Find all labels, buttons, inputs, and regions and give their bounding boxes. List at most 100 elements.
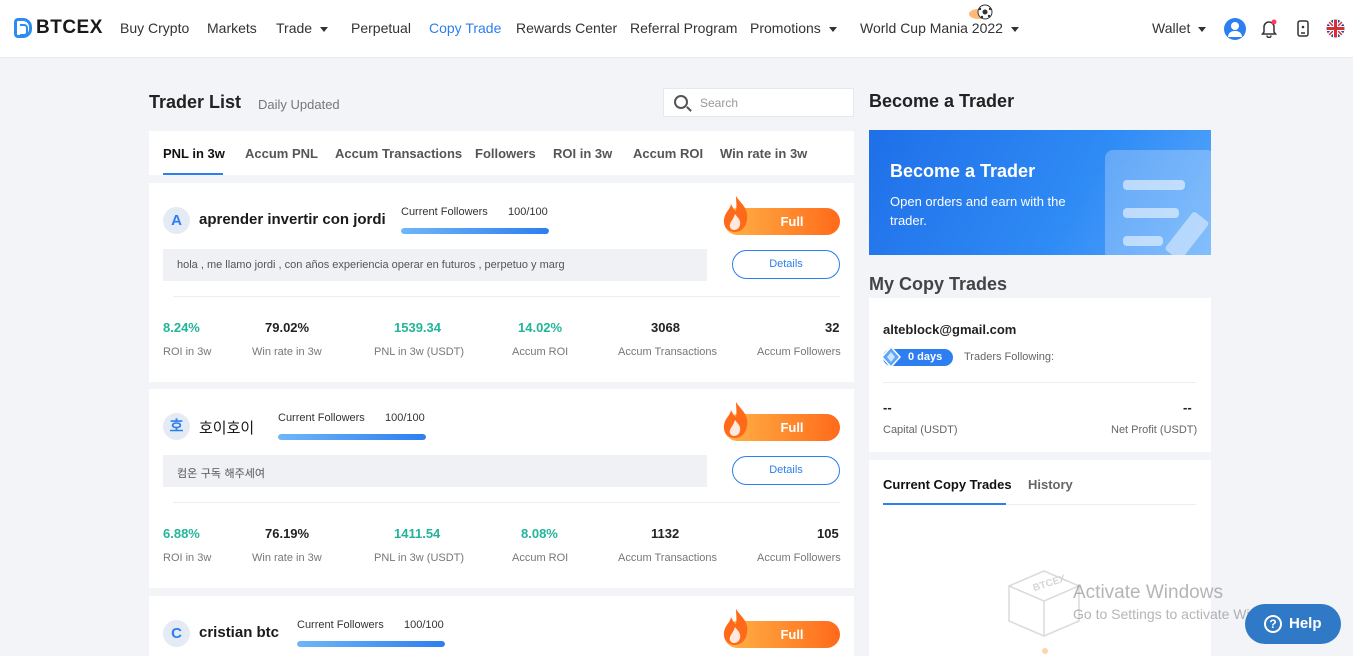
nav-trade[interactable]: Trade [276,20,329,36]
followers-progress-bar [278,434,426,440]
followers-progress-fill [401,228,549,234]
stat-win-rate-label: Win rate in 3w [252,346,322,358]
current-followers-count: 100/100 [508,206,548,218]
brand-logo[interactable]: BTCEX [14,17,103,39]
trader-description: hola , me llamo jordi , con años experie… [163,249,707,281]
stat-win-rate-value: 76.19% [265,526,310,541]
followers-progress-fill [297,641,445,647]
tab-win-rate-in-3w[interactable]: Win rate in 3w [720,146,807,161]
full-label: Full [780,214,804,229]
my-copy-trades-title: My Copy Trades [869,274,1008,294]
flame-icon [723,402,748,438]
mobile-app-icon[interactable] [1297,20,1309,37]
stat-win-rate-value: 79.02% [265,320,310,335]
search-box[interactable] [663,88,854,117]
brand-name: BTCEX [36,17,103,38]
followers-progress-fill [278,434,426,440]
activate-windows-title: Activate Windows [1073,582,1223,603]
trader-card: 호 호이호이 Current Followers 100/100 Full 컴온… [149,389,854,588]
help-button[interactable]: ? Help [1245,604,1341,644]
stat-accum-transactions-value: 1132 [651,526,680,541]
card-divider [173,502,840,503]
tab-followers[interactable]: Followers [475,146,536,161]
stat-pnl-3w-value: 1411.54 [394,526,441,541]
banner-title: Become a Trader [890,161,1036,181]
trader-name[interactable]: cristian btc [199,624,279,641]
nav-world-cup[interactable]: World Cup Mania 2022 [860,20,1019,36]
net-profit-label: Net Profit (USDT) [1111,424,1198,436]
nav-rewards-center[interactable]: Rewards Center [516,20,617,36]
soccer-ball-icon [969,4,993,20]
diamond-badge-icon [881,346,901,368]
copy-trades-panel: Current Copy Trades History BTCEX [869,460,1211,656]
tab-accum-roi[interactable]: Accum ROI [633,146,703,161]
user-avatar-icon[interactable] [1224,18,1246,40]
trader-avatar[interactable]: C [163,620,190,647]
full-button[interactable]: Full [723,196,840,235]
search-icon [674,95,688,109]
tab-current-copy-trades[interactable]: Current Copy Trades [883,477,1012,492]
followers-progress-bar [297,641,445,647]
nav-buy-crypto[interactable]: Buy Crypto [120,20,189,36]
nav-promotions[interactable]: Promotions [750,20,837,36]
details-button[interactable]: Details [732,456,840,485]
account-email: alteblock@gmail.com [883,322,1017,337]
stat-accum-transactions-label: Accum Transactions [618,346,718,358]
details-button[interactable]: Details [732,250,840,279]
banner-text: Open orders and earn with the trader. [890,194,1066,228]
nav-perpetual[interactable]: Perpetual [351,20,411,36]
current-followers-label: Current Followers [278,412,365,424]
full-label: Full [780,627,804,642]
stat-accum-followers-label: Accum Followers [757,552,841,564]
language-flag-icon[interactable] [1326,19,1345,38]
stat-accum-roi-label: Accum ROI [512,346,569,358]
stat-accum-roi-value: 8.08% [521,526,558,541]
search-input[interactable] [700,94,840,112]
trader-name[interactable]: aprender invertir con jordi [199,211,386,228]
full-button[interactable]: Full [723,609,840,648]
followers-progress-bar [401,228,549,234]
current-followers-label: Current Followers [401,206,488,218]
full-button[interactable]: Full [723,402,840,441]
stat-roi-3w-label: ROI in 3w [163,552,212,564]
nav-trade-label: Trade [276,20,313,36]
tab-accum-transactions[interactable]: Accum Transactions [335,146,462,161]
nav-copy-trade[interactable]: Copy Trade [429,20,501,36]
stat-accum-roi-value: 14.02% [518,320,563,335]
trader-card: C cristian btc Current Followers 100/100… [149,596,854,656]
tab-roi-in-3w[interactable]: ROI in 3w [553,146,612,161]
trader-name[interactable]: 호이호이 [199,417,254,438]
help-label: Help [1289,615,1322,632]
stat-accum-followers-value: 32 [825,320,840,335]
tab-accum-pnl[interactable]: Accum PNL [245,146,318,161]
current-followers-count: 100/100 [385,412,425,424]
document-illustration-icon [1105,150,1211,255]
current-followers-count: 100/100 [404,619,444,631]
card-divider [173,296,840,297]
become-trader-banner[interactable]: Become a Trader Open orders and earn wit… [869,130,1211,255]
help-question-icon: ? [1264,615,1282,633]
tab-history[interactable]: History [1028,477,1073,492]
capital-value: -- [883,400,892,415]
trader-list-subtitle: Daily Updated [258,97,340,112]
stat-accum-followers-value: 105 [817,526,839,541]
chevron-down-icon [1010,26,1019,32]
nav-world-cup-label: World Cup Mania 2022 [860,20,1003,36]
trader-sort-tabs: PNL in 3w Accum PNL Accum Transactions F… [149,131,854,175]
nav-referral-program[interactable]: Referral Program [630,20,737,36]
stat-accum-roi-label: Accum ROI [512,552,569,564]
notification-bell-icon[interactable] [1261,19,1277,38]
nav-markets[interactable]: Markets [207,20,257,36]
panel-divider [883,382,1196,383]
trader-avatar[interactable]: 호 [163,413,190,440]
nav-wallet[interactable]: Wallet [1152,20,1207,36]
copy-account-panel: alteblock@gmail.com 0 days Traders Follo… [869,298,1211,452]
stat-accum-followers-label: Accum Followers [757,346,841,358]
trader-avatar[interactable]: A [163,207,190,234]
nav-promotions-label: Promotions [750,20,821,36]
top-navbar: BTCEX Buy Crypto Markets Trade Perpetual… [0,0,1353,58]
active-tab-indicator [163,173,223,175]
tab-pnl-in-3w[interactable]: PNL in 3w [163,146,225,161]
capital-label: Capital (USDT) [883,424,958,436]
flame-icon [723,196,748,232]
